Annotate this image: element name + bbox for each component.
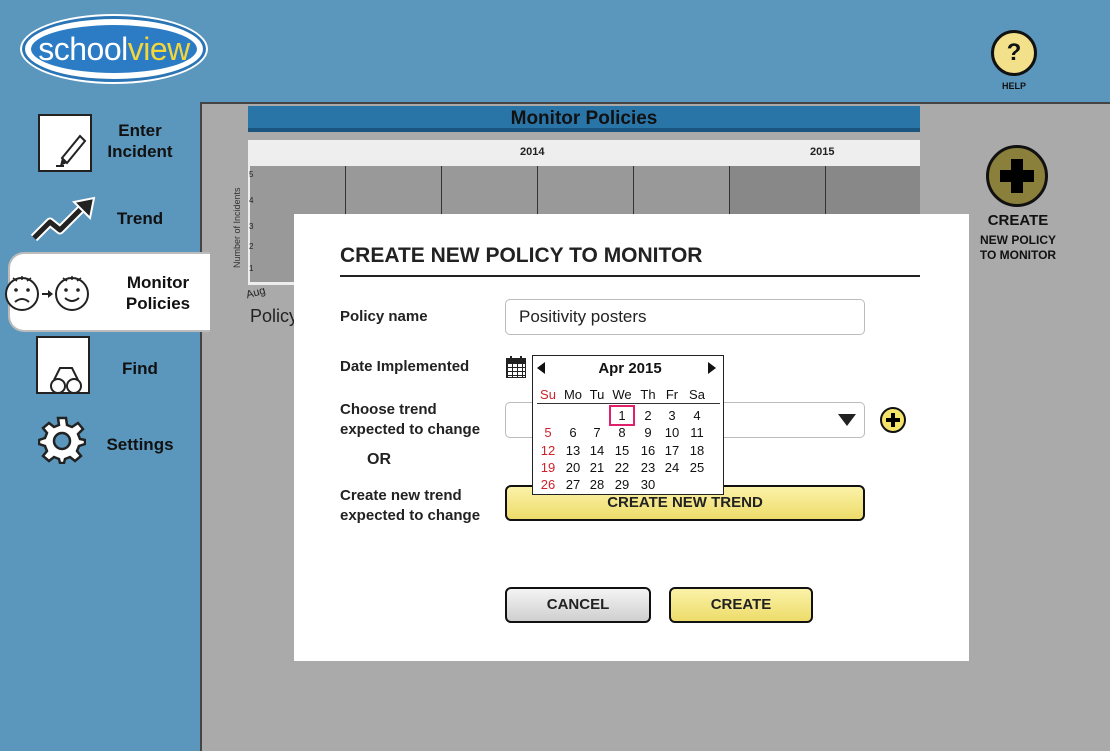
datepicker-day[interactable]: 8 (612, 425, 632, 440)
datepicker-day[interactable]: 20 (563, 460, 583, 475)
question-mark-icon: ? (1006, 39, 1022, 66)
sidebar-item-enter-incident[interactable]: Enter Incident (0, 108, 200, 188)
weekday-label: Sa (689, 387, 705, 402)
datepicker-day[interactable]: 7 (587, 425, 607, 440)
datepicker-day[interactable]: 18 (687, 443, 707, 458)
date-implemented-label: Date Implemented (340, 358, 470, 375)
create-label: CREATE (987, 212, 1049, 229)
chevron-down-icon[interactable] (838, 414, 856, 426)
create-trend-label: Create new trend expected to change (340, 487, 481, 524)
logo-inner: schoolview (29, 23, 199, 75)
prev-month-icon[interactable] (537, 362, 545, 374)
help-button[interactable]: ? (991, 30, 1037, 76)
trend-arrow-icon (30, 196, 96, 242)
sad-to-happy-face-icon (5, 276, 89, 311)
y-tick-label: 1 (249, 264, 254, 273)
app-window: schoolview ? HELP Enter Incident Trend M… (0, 0, 1110, 751)
datepicker-day[interactable]: 30 (638, 477, 658, 492)
dialog-title: CREATE NEW POLICY TO MONITOR (340, 244, 703, 267)
datepicker-day[interactable]: 2 (638, 408, 658, 423)
plus-icon (1000, 159, 1034, 193)
create-sub-label: NEW POLICY TO MONITOR (979, 233, 1057, 262)
schoolview-logo[interactable]: schoolview (22, 16, 206, 82)
divider (537, 403, 720, 404)
datepicker-day[interactable]: 13 (563, 443, 583, 458)
datepicker-day[interactable]: 19 (538, 460, 558, 475)
datepicker-day[interactable]: 10 (662, 425, 682, 440)
datepicker-day[interactable]: 14 (587, 443, 607, 458)
gear-icon (38, 416, 86, 464)
datepicker-day[interactable]: 16 (638, 443, 658, 458)
weekday-label: Fr (665, 387, 679, 402)
datepicker-day[interactable]: 22 (612, 460, 632, 475)
sidebar-item-label: Trend (116, 209, 164, 228)
find-doc-icon (36, 336, 90, 394)
datepicker-day[interactable]: 9 (638, 425, 658, 440)
datepicker-day[interactable]: 26 (538, 477, 558, 492)
datepicker-day[interactable]: 11 (687, 425, 707, 440)
help-label: HELP (1001, 81, 1026, 91)
datepicker-day[interactable]: 28 (587, 477, 607, 492)
datepicker-day[interactable]: 3 (662, 408, 682, 423)
cancel-button[interactable]: CANCEL (505, 587, 651, 623)
policy-name-label: Policy name (340, 308, 428, 325)
year-label: 2014 (520, 146, 545, 158)
next-month-icon[interactable] (708, 362, 716, 374)
datepicker-day[interactable]: 25 (687, 460, 707, 475)
add-trend-button[interactable] (880, 407, 906, 433)
create-button[interactable]: CREATE (669, 587, 813, 623)
datepicker-day[interactable]: 29 (612, 477, 632, 492)
pencil-note-icon (38, 114, 92, 172)
or-label: OR (367, 451, 391, 468)
divider (340, 275, 920, 277)
policy-name-input[interactable] (505, 299, 865, 335)
sidebar-item-label: Enter Incident (107, 121, 173, 161)
weekday-label: Th (640, 387, 656, 402)
datepicker-day[interactable]: 17 (662, 443, 682, 458)
datepicker-day[interactable]: 27 (563, 477, 583, 492)
datepicker-day[interactable]: 23 (638, 460, 658, 475)
y-tick-label: 5 (249, 170, 254, 179)
datepicker-day[interactable]: 15 (612, 443, 632, 458)
pencil-icon (56, 134, 87, 167)
year-label: 2015 (810, 146, 835, 158)
datepicker-day[interactable]: 12 (538, 443, 558, 458)
calendar-icon[interactable] (506, 356, 526, 378)
y-axis-title: Number of Incidents (232, 187, 242, 268)
weekday-label: Su (540, 387, 556, 402)
y-tick-label: 2 (249, 242, 254, 251)
datepicker-day[interactable]: 24 (662, 460, 682, 475)
policies-label: Policy (250, 306, 294, 326)
sidebar-item-monitor-policies[interactable]: Monitor Policies (5, 252, 210, 332)
plus-icon (886, 413, 900, 427)
datepicker-day[interactable]: 6 (563, 425, 583, 440)
y-tick-label: 3 (249, 222, 254, 231)
y-tick-label: 4 (249, 196, 254, 205)
binoculars-icon (50, 367, 82, 394)
sidebar-item-find[interactable]: Find (0, 334, 200, 414)
create-new-policy-button[interactable] (986, 145, 1048, 207)
weekday-label: Tu (589, 387, 605, 402)
datepicker-day[interactable]: 5 (538, 425, 558, 440)
logo-text: schoolview (38, 30, 190, 67)
sidebar-item-label: Settings (106, 435, 174, 454)
datepicker-day-selected[interactable]: 1 (609, 405, 635, 426)
datepicker-day[interactable]: 4 (687, 408, 707, 423)
weekday-label: We (612, 387, 632, 402)
sidebar-item-label: Monitor Policies (125, 273, 191, 313)
choose-trend-label: Choose trend expected to change (340, 401, 481, 438)
sidebar-item-settings[interactable]: Settings (0, 408, 200, 488)
datepicker-month-title: Apr 2015 (598, 360, 662, 377)
datepicker-day[interactable]: 21 (587, 460, 607, 475)
weekday-label: Mo (563, 387, 583, 402)
page-title: Monitor Policies (248, 106, 920, 132)
sidebar-item-label: Find (122, 359, 158, 378)
